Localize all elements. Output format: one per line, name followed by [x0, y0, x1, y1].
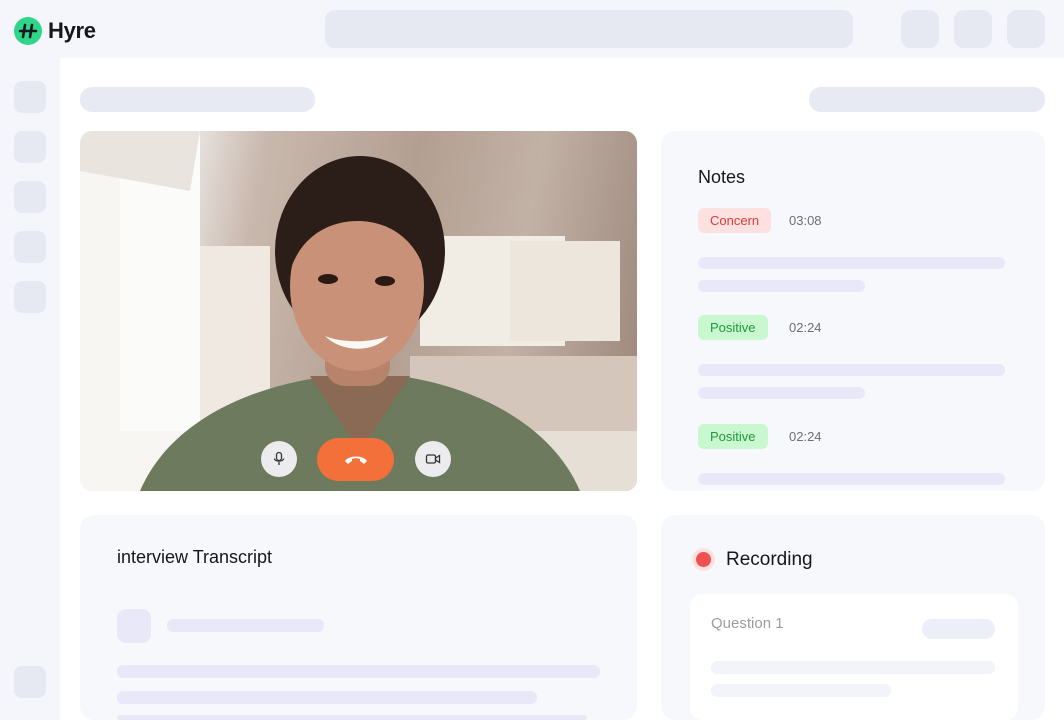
mute-button[interactable]	[261, 441, 297, 477]
video-camera-icon	[425, 454, 441, 464]
question-label: Question 1	[711, 615, 784, 632]
note-timestamp[interactable]: 02:24	[789, 429, 822, 444]
page-title-placeholder	[80, 87, 315, 112]
transcript-line-placeholder	[117, 691, 537, 704]
speaker-avatar	[117, 609, 151, 643]
note-text-placeholder	[698, 257, 1005, 269]
question-text-placeholder	[711, 661, 995, 674]
header-action-placeholder[interactable]	[809, 87, 1045, 112]
sidebar-item-1[interactable]	[14, 81, 46, 113]
sidebar-item-5[interactable]	[14, 281, 46, 313]
sidebar-item-3[interactable]	[14, 181, 46, 213]
question-badge-placeholder	[922, 619, 995, 639]
note-text-placeholder	[698, 387, 865, 399]
hyre-logo-icon	[14, 17, 42, 45]
note-tag-concern[interactable]: Concern	[698, 208, 772, 233]
video-frame-image	[80, 131, 637, 491]
recording-indicator-icon	[692, 548, 715, 571]
video-feed	[80, 131, 637, 491]
end-call-button[interactable]	[317, 438, 394, 481]
note-text-placeholder	[698, 280, 865, 292]
topbar-button-3[interactable]	[1007, 10, 1045, 48]
speaker-name-placeholder	[167, 619, 324, 632]
topbar-button-1[interactable]	[901, 10, 939, 48]
recording-label: Recording	[726, 549, 813, 570]
sidebar-item-4[interactable]	[14, 231, 46, 263]
notes-title: Notes	[698, 167, 746, 187]
toggle-video-button[interactable]	[415, 441, 451, 477]
note-tag-positive[interactable]: Positive	[698, 315, 768, 340]
note-tag-positive[interactable]: Positive	[698, 424, 768, 449]
top-bar: Hyre	[0, 0, 1064, 58]
microphone-icon	[273, 451, 285, 465]
transcript-line-placeholder	[117, 715, 587, 720]
topbar-button-2[interactable]	[954, 10, 992, 48]
question-card[interactable]	[690, 594, 1018, 720]
transcript-title: interview Transcript	[117, 547, 273, 567]
transcript-line-placeholder	[117, 665, 600, 678]
sidebar-item-bottom[interactable]	[14, 666, 46, 698]
phone-hangup-icon	[344, 456, 367, 464]
app-name: Hyre	[48, 18, 96, 43]
note-timestamp[interactable]: 03:08	[789, 213, 822, 228]
transcript-panel	[80, 515, 637, 720]
note-text-placeholder	[698, 473, 1005, 485]
question-text-placeholder	[711, 684, 891, 697]
note-text-placeholder	[698, 364, 1005, 376]
app-logo[interactable]: Hyre	[14, 17, 96, 45]
search-bar[interactable]	[325, 10, 853, 48]
note-timestamp[interactable]: 02:24	[789, 320, 822, 335]
sidebar-item-2[interactable]	[14, 131, 46, 163]
